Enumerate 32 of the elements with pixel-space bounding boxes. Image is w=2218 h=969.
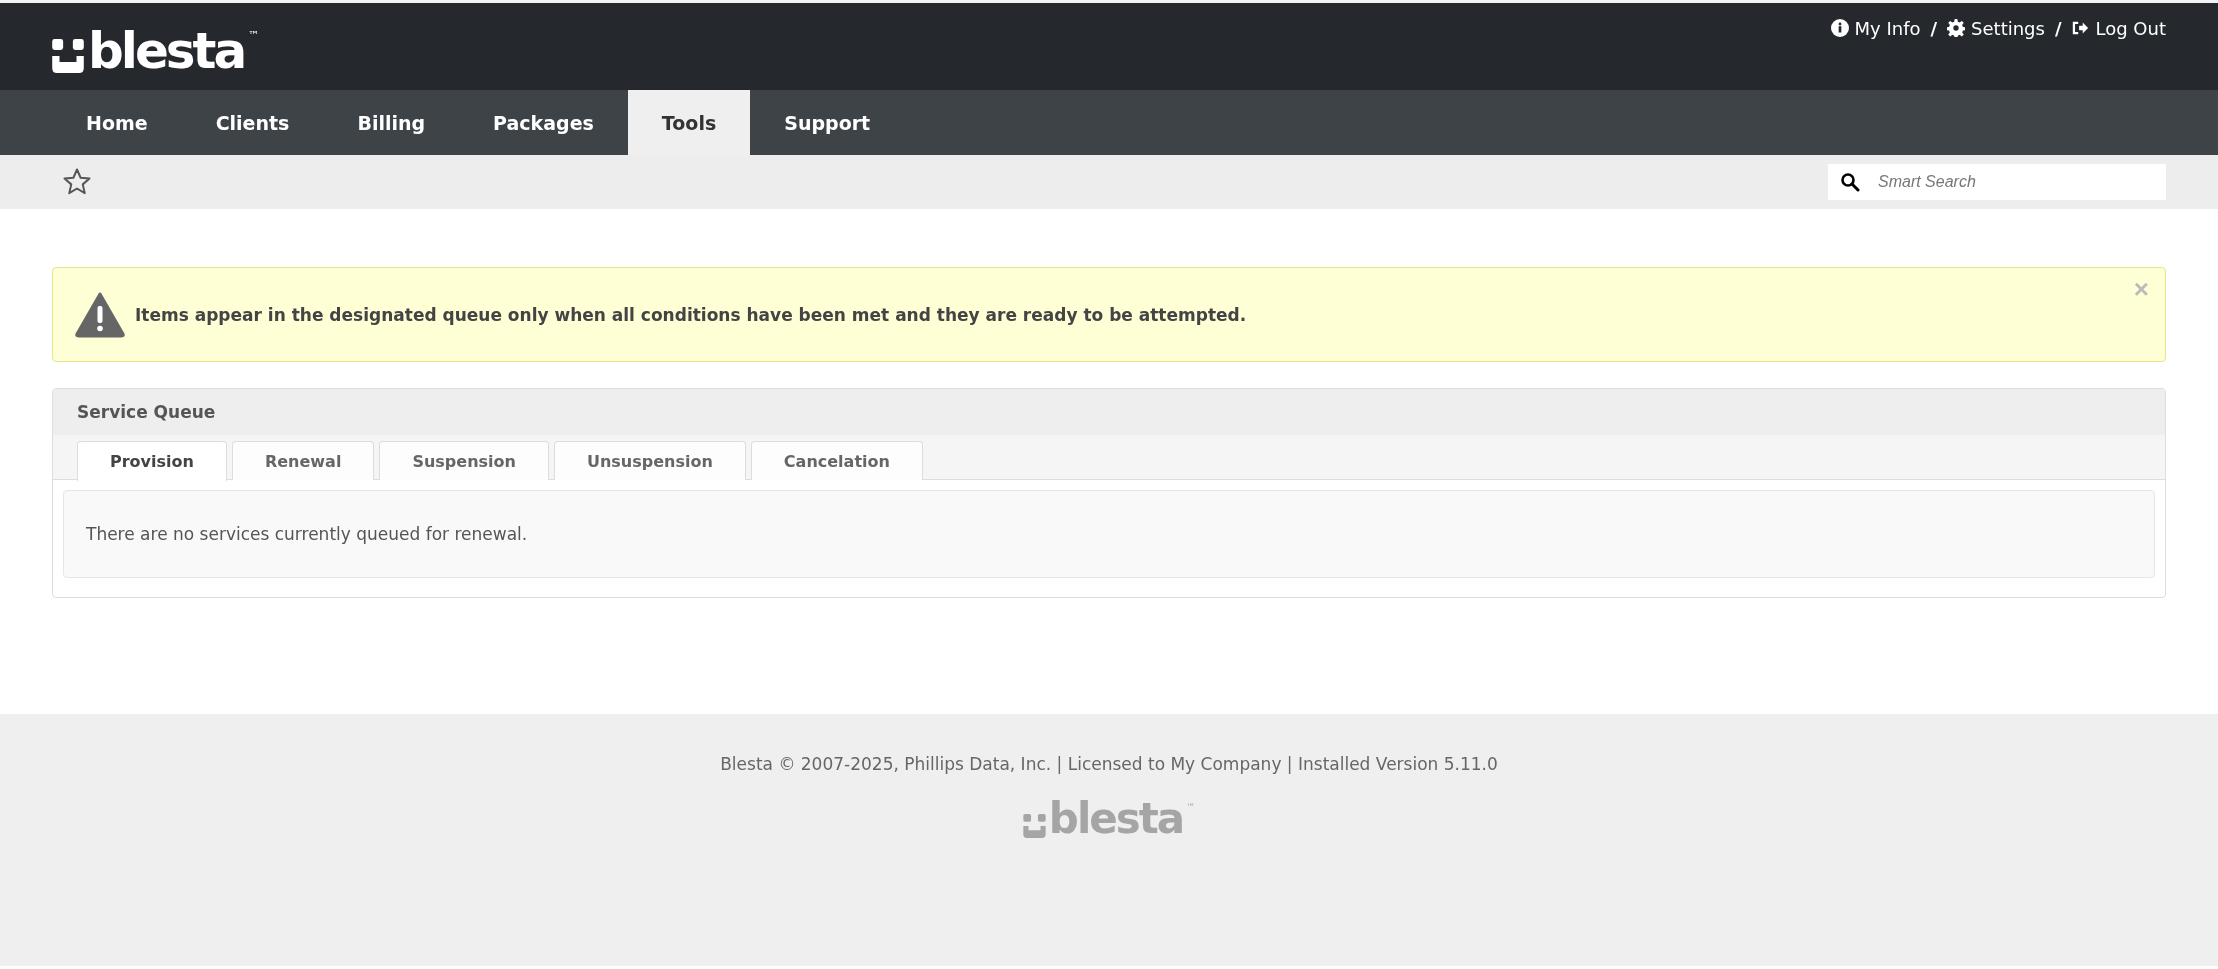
nav-tab[interactable]: Billing: [323, 90, 460, 155]
queue-tab[interactable]: Renewal: [231, 441, 375, 480]
nav-tab[interactable]: Support: [750, 90, 905, 155]
logo-text: blesta: [1048, 798, 1184, 840]
nav-tab[interactable]: Clients: [181, 90, 324, 155]
queue-tab[interactable]: Suspension: [379, 441, 549, 480]
queue-tab[interactable]: Provision: [77, 441, 227, 481]
info-icon: [1830, 19, 1849, 37]
nav-tab[interactable]: Tools: [627, 90, 751, 155]
settings-icon: [1947, 19, 1966, 37]
separator: /: [1930, 17, 1938, 39]
footer-text: Blesta © 2007-2025, Phillips Data, Inc. | Licensed to My Company | Installed Version 5.11.0: [720, 754, 1498, 774]
logout-icon: [2071, 19, 2090, 37]
logo-text: blesta: [88, 25, 245, 77]
separator: /: [2054, 17, 2062, 39]
trademark-mark: ™: [1186, 802, 1196, 812]
warning-icon: [75, 291, 125, 338]
header-link[interactable]: Log Out: [2071, 17, 2166, 39]
trademark-mark: ™: [248, 29, 260, 42]
search-field[interactable]: Smart Search: [1828, 164, 2166, 200]
queue-tab[interactable]: Cancelation: [750, 441, 923, 480]
smiley-logo-icon: [1022, 814, 1046, 838]
header-link[interactable]: Settings: [1947, 17, 2045, 39]
queue-tab[interactable]: Unsuspension: [553, 441, 746, 480]
nav-tab[interactable]: Packages: [459, 90, 628, 155]
star-icon[interactable]: [62, 167, 92, 197]
smiley-logo-icon: [52, 39, 84, 73]
header-link[interactable]: My Info: [1830, 17, 1921, 39]
nav-tab[interactable]: Home: [52, 90, 182, 155]
alert-message: Items appear in the designated queue only when all conditions have been met and they are ready to be attempted.: [135, 304, 1247, 325]
empty-message: There are no services currently queued for renewal.: [86, 524, 528, 544]
panel-title: Service Queue: [77, 402, 216, 422]
